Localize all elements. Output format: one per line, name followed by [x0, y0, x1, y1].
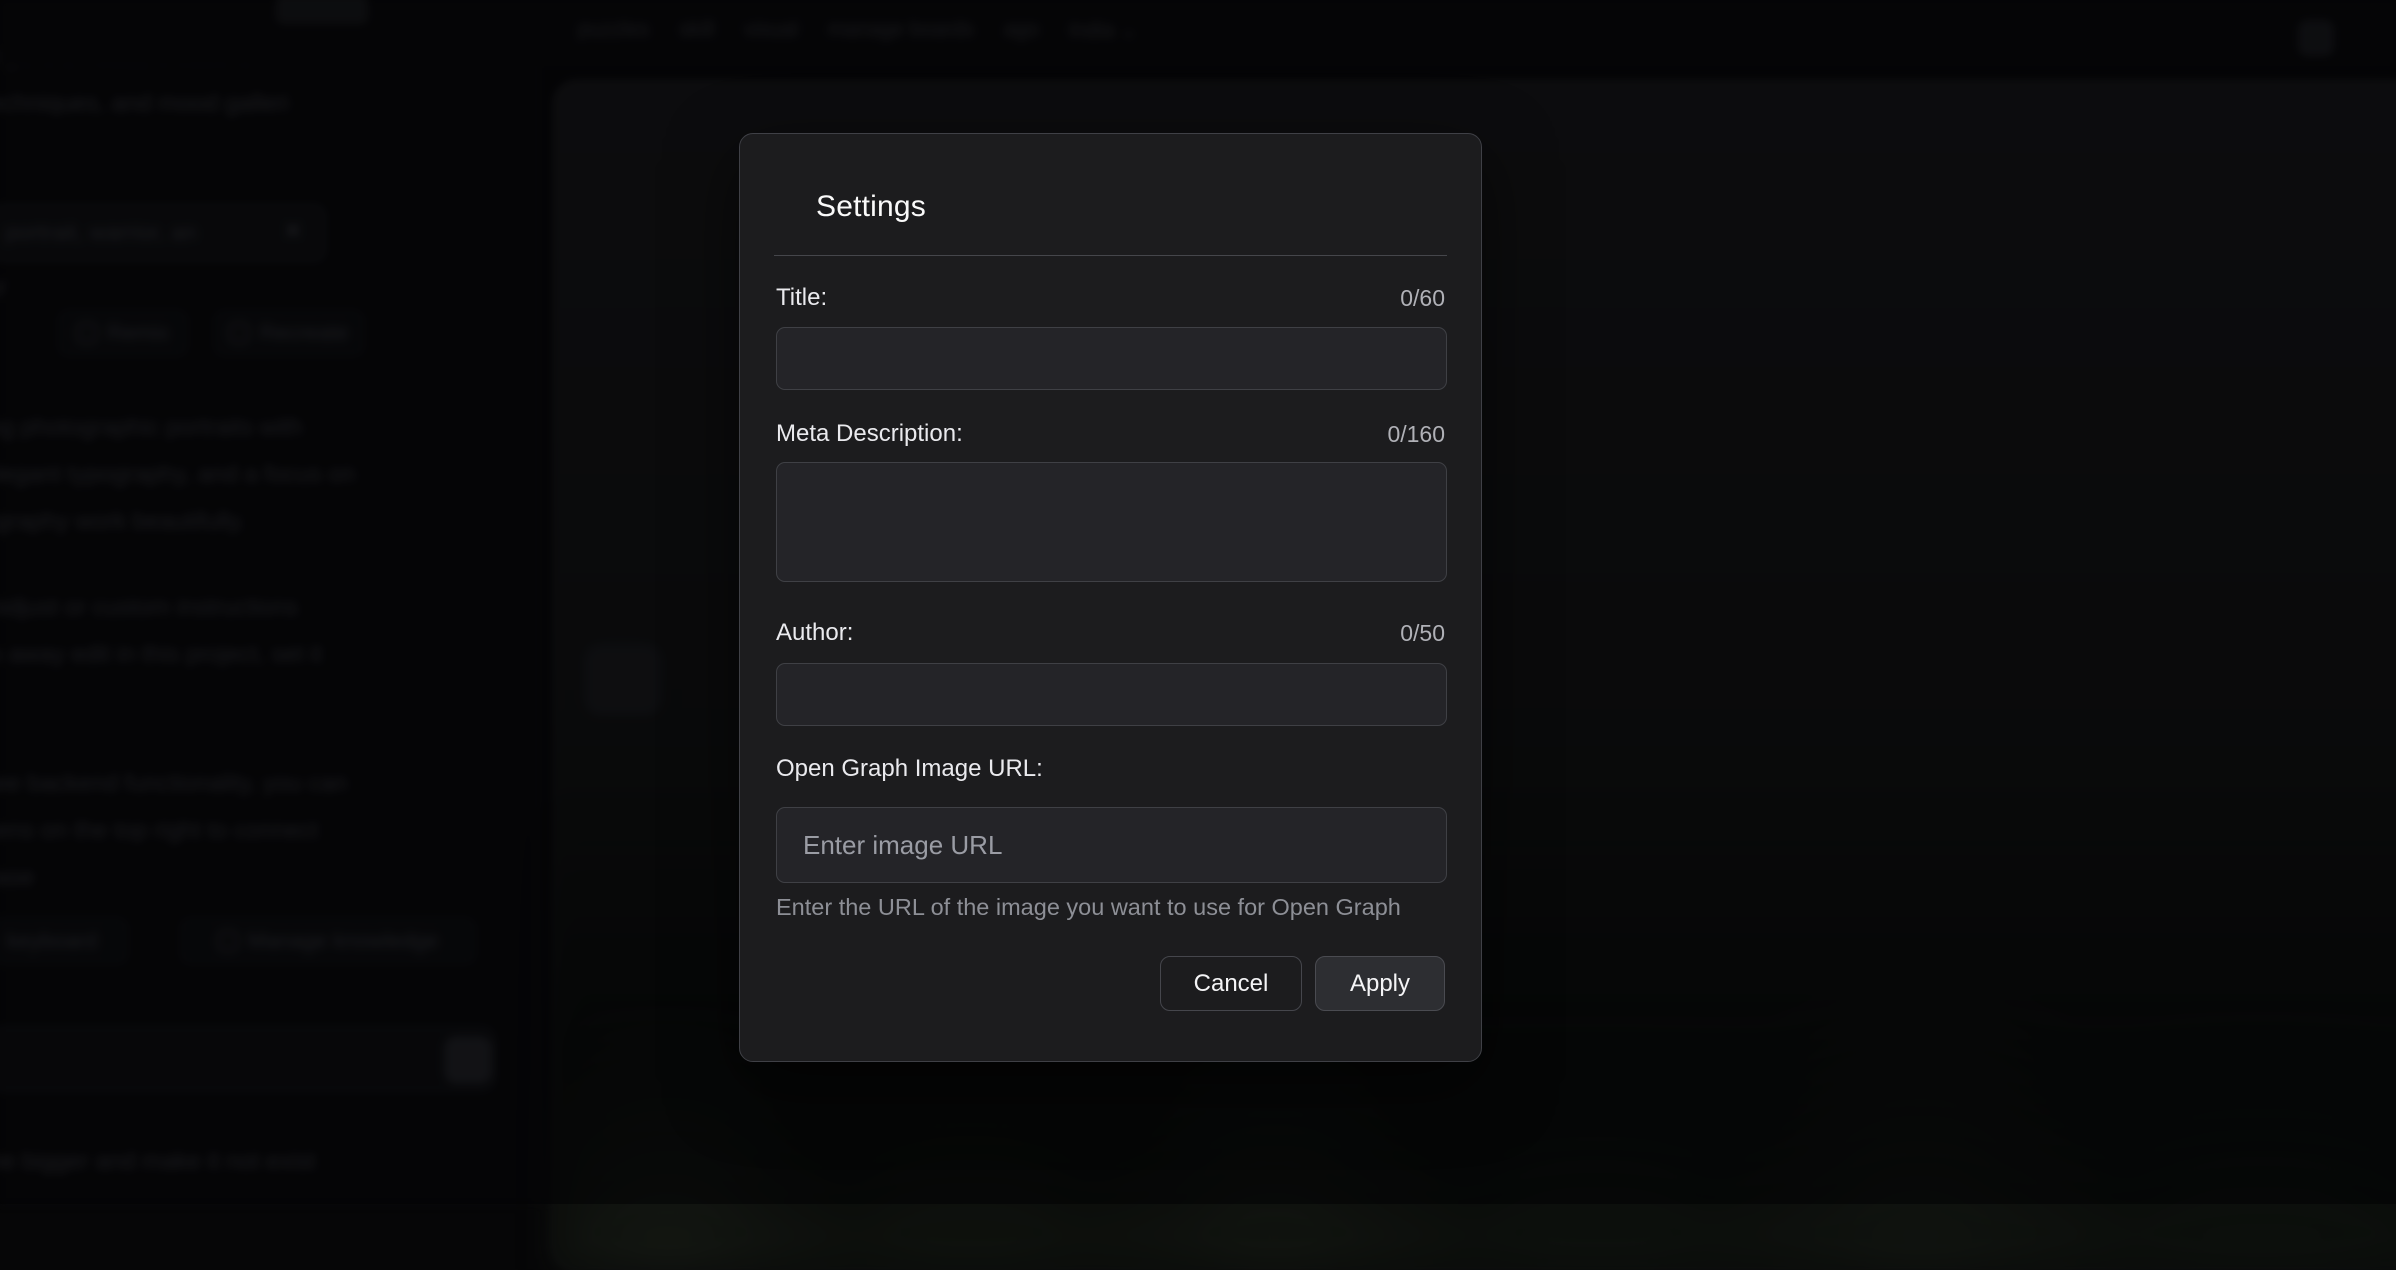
author-label: Author: — [776, 619, 853, 647]
settings-dialog: Settings Title: 0/60 Meta Description: 0… — [739, 133, 1482, 1062]
divider — [774, 255, 1447, 256]
author-input[interactable] — [776, 663, 1447, 726]
meta-description-counter: 0/160 — [1387, 421, 1445, 448]
meta-description-textarea[interactable] — [776, 462, 1447, 582]
meta-description-label: Meta Description: — [776, 420, 963, 448]
og-image-label: Open Graph Image URL: — [776, 755, 1043, 783]
title-input[interactable] — [776, 327, 1447, 390]
apply-button[interactable]: Apply — [1315, 956, 1445, 1011]
author-counter: 0/50 — [1400, 620, 1445, 647]
og-image-helper-text: Enter the URL of the image you want to u… — [776, 894, 1401, 921]
dialog-actions: Cancel Apply — [1160, 956, 1445, 1011]
cancel-button[interactable]: Cancel — [1160, 956, 1302, 1011]
dialog-title: Settings — [816, 190, 926, 224]
title-label: Title: — [776, 284, 827, 312]
title-counter: 0/60 — [1400, 285, 1445, 312]
og-image-url-input[interactable] — [776, 807, 1447, 883]
